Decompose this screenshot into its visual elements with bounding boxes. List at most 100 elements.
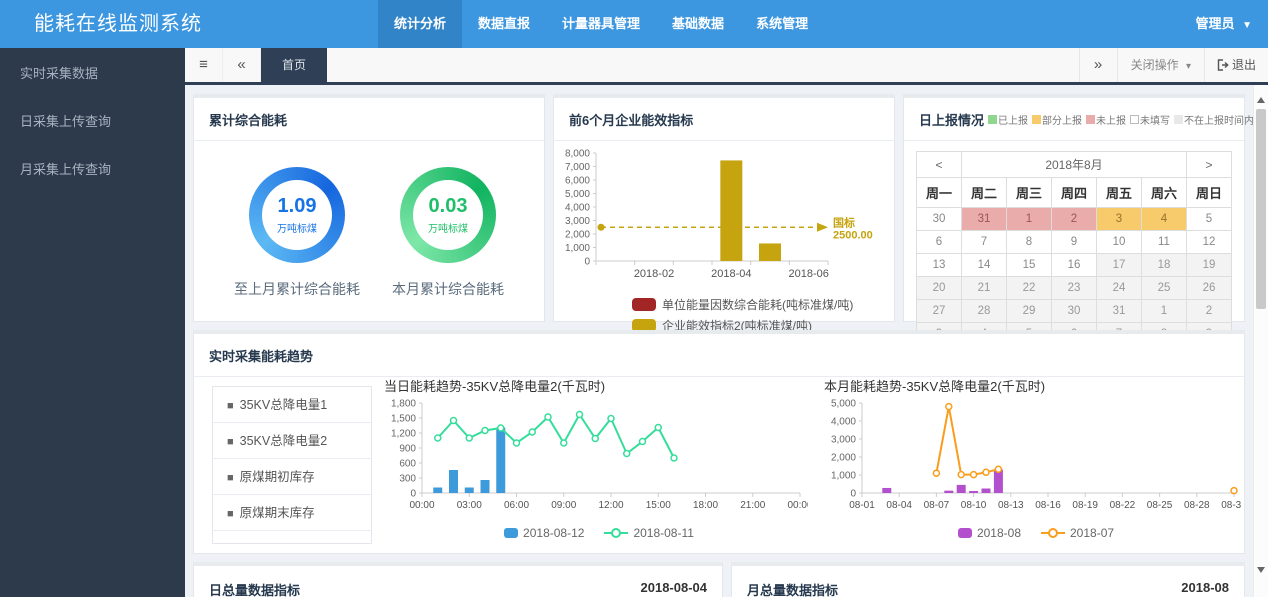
calendar-day-cell[interactable]: 18 (1141, 253, 1187, 277)
gauge-value: 0.03 (428, 195, 468, 217)
calendar-prev-button[interactable]: < (916, 151, 962, 178)
calendar-day-cell[interactable]: 7 (961, 230, 1007, 254)
calendar-day-cell[interactable]: 24 (1096, 276, 1142, 300)
calendar-day-cell[interactable]: 30 (1051, 299, 1097, 323)
svg-text:08-19: 08-19 (1072, 500, 1098, 511)
legend-series-label: 2018-08 (976, 526, 1021, 540)
svg-text:08-01: 08-01 (849, 500, 875, 511)
calendar-day-cell[interactable]: 8 (1006, 230, 1052, 254)
main-content: 累计综合能耗 1.09 万吨标煤 至上月累计综合能耗 0.03 万吨标煤 本月累… (185, 85, 1268, 597)
calendar-day-cell[interactable]: 12 (1186, 230, 1232, 254)
legend-line-swatch (1041, 527, 1065, 539)
legend-swatch (1174, 115, 1184, 124)
tab-bar: ≡ « 首页 » 关闭操作 ▾ 退出 (185, 48, 1268, 85)
svg-text:1,500: 1,500 (391, 414, 416, 425)
chart-legend-item[interactable]: 2018-08-12 (504, 526, 584, 540)
calendar-next-button[interactable]: > (1186, 151, 1232, 178)
svg-text:4,000: 4,000 (831, 417, 856, 428)
calendar-week-row: 27 28 29 30 31 1 2 (916, 299, 1232, 323)
calendar-day-cell[interactable]: 21 (961, 276, 1007, 300)
square-bullet-icon: ■ (227, 436, 234, 448)
calendar-day-cell[interactable]: 5 (1186, 207, 1232, 231)
chart-legend-item[interactable]: 2018-08 (957, 526, 1021, 540)
calendar-day-cell[interactable]: 2 (1051, 207, 1097, 231)
chart-legend-item[interactable]: 2018-08-11 (604, 526, 694, 540)
calendar-day-cell[interactable]: 13 (916, 253, 962, 277)
card-title: 累计综合能耗 (194, 98, 544, 141)
svg-text:5,000: 5,000 (831, 399, 856, 410)
calendar-day-cell[interactable]: 19 (1186, 253, 1232, 277)
card-title: 实时采集能耗趋势 (194, 334, 1244, 377)
tabs-scroll-right-button[interactable]: » (1078, 48, 1117, 82)
sidebar-item[interactable]: 月采集上传查询 (0, 144, 185, 192)
chart-legend-item[interactable]: 单位能量因数综合能耗(吨标准煤/吨) (632, 294, 894, 315)
calendar-day-cell[interactable]: 22 (1006, 276, 1052, 300)
nav-item-数据直报[interactable]: 数据直报 (462, 0, 546, 48)
tab-home[interactable]: 首页 (261, 48, 328, 82)
calendar-day-cell[interactable]: 30 (916, 207, 962, 231)
user-menu[interactable]: 管理员 ▼ (1195, 0, 1252, 50)
legend-bar-swatch (504, 528, 519, 538)
sidebar-item[interactable]: 日采集上传查询 (0, 96, 185, 144)
chart-legend-item[interactable]: 2018-07 (1041, 526, 1114, 540)
calendar-day-cell[interactable]: 23 (1051, 276, 1097, 300)
legend-series-label: 2018-08-12 (523, 526, 585, 540)
calendar-day-cell[interactable]: 3 (1096, 207, 1142, 231)
calendar-day-cell[interactable]: 17 (1096, 253, 1142, 277)
calendar-day-cell[interactable]: 1 (1141, 299, 1187, 323)
svg-text:1,200: 1,200 (391, 429, 416, 440)
calendar-day-cell[interactable]: 26 (1186, 276, 1232, 300)
calendar-day-cell[interactable]: 28 (961, 299, 1007, 323)
calendar-day-cell[interactable]: 31 (1096, 299, 1142, 323)
scrollbar-thumb[interactable] (1256, 109, 1266, 309)
legend-label: 已上报 (998, 116, 1029, 127)
calendar-week-row: 30 31 1 2 3 4 5 (916, 207, 1232, 231)
legend-swatch (1086, 115, 1096, 124)
calendar-day-cell[interactable]: 1 (1006, 207, 1052, 231)
double-chevron-right-icon: » (1093, 56, 1103, 73)
calendar-day-cell[interactable]: 6 (916, 230, 962, 254)
legend-swatch (988, 115, 998, 124)
meter-list-item[interactable]: ■ 35KV总降电量2 (213, 423, 371, 459)
close-operations-dropdown[interactable]: 关闭操作 ▾ (1116, 48, 1204, 82)
svg-text:08-07: 08-07 (924, 500, 950, 511)
card-efficiency-chart: 前6个月企业能效指标 0 1,000 2,000 3,000 4,000 5,000 6,0… (553, 94, 895, 333)
calendar-day-cell[interactable]: 10 (1096, 230, 1142, 254)
nav-item-统计分析[interactable]: 统计分析 (378, 0, 463, 48)
logout-button[interactable]: 退出 (1203, 48, 1268, 82)
calendar-day-cell[interactable]: 29 (1006, 299, 1052, 323)
square-bullet-icon: ■ (227, 400, 234, 412)
svg-text:09:00: 09:00 (551, 500, 576, 511)
card-header: 日上报情况 已上报 部分上报 未上报 未填写 不在上报时间内 (904, 98, 1254, 141)
calendar-day-cell[interactable]: 4 (1141, 207, 1187, 231)
svg-text:1,000: 1,000 (831, 471, 856, 482)
scroll-down-arrow-icon[interactable] (1257, 567, 1265, 577)
sidebar-toggle-button[interactable]: ≡ (185, 48, 223, 82)
nav-item-基础数据[interactable]: 基础数据 (656, 0, 740, 48)
legend-swatch (1130, 115, 1140, 124)
gauge-unit: 万吨标煤 (428, 224, 468, 235)
tabs-scroll-left-button[interactable]: « (223, 48, 261, 82)
calendar-day-cell[interactable]: 27 (916, 299, 962, 323)
meter-list-item[interactable]: ■ 原煤期初库存 (213, 459, 371, 495)
calendar-day-cell[interactable]: 15 (1006, 253, 1052, 277)
calendar-week-row: 6 7 8 9 10 11 12 (916, 230, 1232, 254)
calendar-day-cell[interactable]: 2 (1186, 299, 1232, 323)
calendar-day-cell[interactable]: 16 (1051, 253, 1097, 277)
meter-list-item[interactable]: ■ 35KV总降电量1 (213, 387, 371, 423)
calendar-day-cell[interactable]: 14 (961, 253, 1007, 277)
calendar-day-cell[interactable]: 25 (1141, 276, 1187, 300)
calendar-day-cell[interactable]: 11 (1141, 230, 1187, 254)
meter-list-item[interactable]: ■ 原煤期末库存 (213, 495, 371, 531)
double-chevron-left-icon: « (237, 56, 246, 73)
nav-item-计量器具管理[interactable]: 计量器具管理 (546, 0, 656, 48)
scroll-up-arrow-icon[interactable] (1257, 93, 1265, 103)
gauge-unit: 万吨标煤 (277, 224, 317, 235)
daily-trend-title: 当日能耗趋势-35KV总降电量2(千瓦时) (384, 379, 606, 394)
calendar-day-cell[interactable]: 31 (961, 207, 1007, 231)
nav-item-系统管理[interactable]: 系统管理 (740, 0, 824, 48)
card-title: 日上报情况 (919, 113, 985, 128)
calendar-day-cell[interactable]: 20 (916, 276, 962, 300)
calendar-day-cell[interactable]: 9 (1051, 230, 1097, 254)
sidebar-item[interactable]: 实时采集数据 (0, 48, 185, 96)
